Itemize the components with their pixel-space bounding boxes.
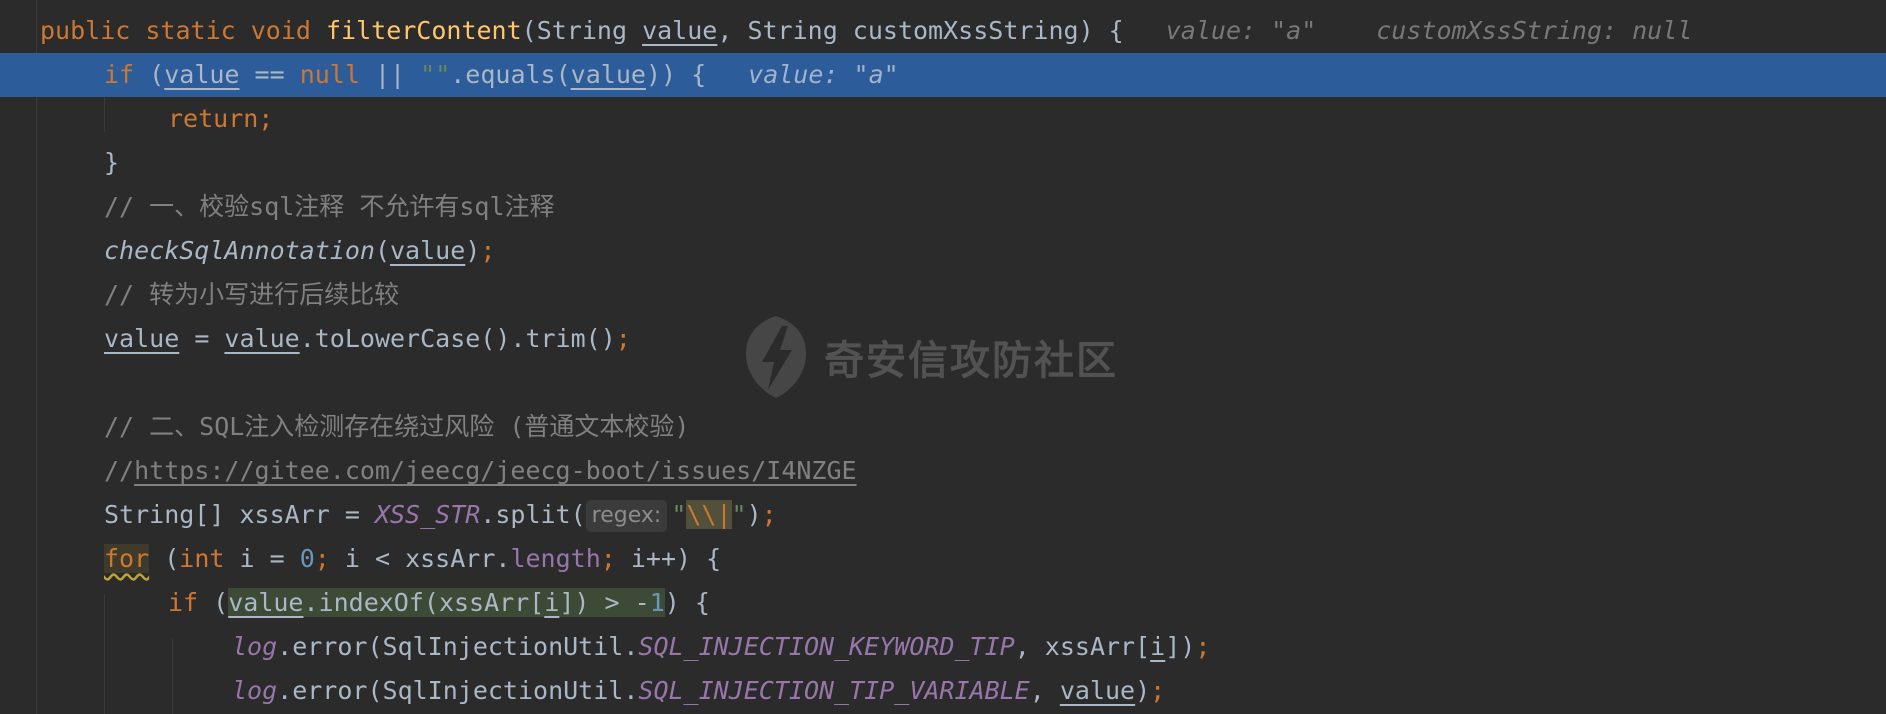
code-token: String[] xssArr = — [104, 500, 375, 529]
variable-value: value — [228, 588, 304, 617]
string-quote: " — [731, 500, 747, 529]
variable-value: value — [224, 324, 300, 353]
logger-field: log — [232, 676, 278, 705]
method-call: checkSqlAnnotation — [104, 236, 375, 265]
loop-index: i — [544, 588, 560, 617]
field-length: length — [510, 544, 601, 573]
logger-field: log — [232, 632, 278, 661]
code-token: ]) — [1165, 632, 1196, 661]
semicolon: ; — [1150, 676, 1166, 705]
debug-inlay-value: value: "a" — [1165, 16, 1317, 45]
semicolon: ; — [615, 324, 631, 353]
semicolon: ; — [480, 236, 496, 265]
number-literal: 1 — [649, 588, 665, 617]
param-hint-regex: regex: — [585, 500, 668, 532]
keyword-token: return; — [168, 104, 274, 133]
code-line-lowercase[interactable]: value = value.toLowerCase().trim(); — [0, 317, 1886, 361]
code-token: ]) > - — [559, 588, 650, 617]
code-token: ( — [149, 544, 180, 573]
code-token: .error(SqlInjectionUtil. — [277, 676, 639, 705]
debug-inlay-custom-xss: customXssString: null — [1376, 16, 1693, 45]
issue-link[interactable]: https://gitee.com/jeecg/jeecg-boot/issue… — [134, 456, 856, 485]
code-token: )) { — [645, 60, 707, 89]
static-constant: SQL_INJECTION_KEYWORD_TIP — [638, 632, 1015, 661]
string-quote: " — [671, 500, 687, 529]
comment-text: // 一、校验sql注释 不允许有sql注释 — [104, 192, 555, 221]
variable-value: value — [104, 324, 180, 353]
code-token: } — [104, 148, 120, 177]
code-line-close-brace[interactable]: } — [0, 141, 1886, 185]
param-value: value — [642, 16, 718, 45]
code-line-current-execution[interactable]: if (value == null || "".equals(value)) {… — [0, 53, 1886, 97]
semicolon: ; — [600, 544, 616, 573]
code-line-comment[interactable]: // 转为小写进行后续比较 — [0, 273, 1886, 317]
code-line-comment[interactable]: // 一、校验sql注释 不允许有sql注释 — [0, 185, 1886, 229]
code-line-comment[interactable]: // 二、SQL注入检测存在绕过风险 (普通文本校验) — [0, 405, 1886, 449]
comment-prefix: // — [104, 456, 135, 485]
code-line-split[interactable]: String[] xssArr = XSS_STR.split(regex: "\… — [0, 493, 1886, 537]
code-line-check-sql[interactable]: checkSqlAnnotation(value); — [0, 229, 1886, 273]
loop-index: i — [1150, 632, 1166, 661]
escape-sequence: \\| — [686, 500, 732, 529]
code-token: == — [239, 60, 300, 89]
debug-inlay-value: value: "a" — [748, 60, 899, 89]
keyword-token: if — [168, 588, 199, 617]
semicolon: ; — [761, 500, 777, 529]
code-line-log-keyword[interactable]: log.error(SqlInjectionUtil.SQL_INJECTION… — [0, 625, 1886, 669]
code-token: ( — [374, 236, 390, 265]
static-constant: SQL_INJECTION_TIP_VARIABLE — [638, 676, 1030, 705]
code-token: ) — [746, 500, 762, 529]
code-token: ( — [134, 60, 165, 89]
keyword-token: null — [299, 60, 360, 89]
code-token: , String customXssString) { — [717, 16, 1124, 45]
code-line-index-of[interactable]: if (value.indexOf(xssArr[i]) > -1) { — [0, 581, 1886, 625]
code-token: .error(SqlInjectionUtil. — [277, 632, 639, 661]
code-token: i++) { — [615, 544, 722, 573]
comment-text: // 二、SQL注入检测存在绕过风险 (普通文本校验) — [104, 412, 690, 441]
code-token: i < xssArr. — [329, 544, 511, 573]
code-token: || — [359, 60, 421, 89]
code-token: , xssArr[ — [1014, 632, 1151, 661]
keyword-token: int — [179, 544, 225, 573]
code-token: ) — [465, 236, 481, 265]
code-token: ) — [1135, 676, 1151, 705]
keyword-token: public static void — [40, 16, 326, 45]
code-token: .indexOf(xssArr[ — [303, 588, 545, 617]
string-literal: "" — [420, 60, 451, 89]
code-line-for-loop[interactable]: for (int i = 0; i < xssArr.length; i++) … — [0, 537, 1886, 581]
code-line-method-signature[interactable]: public static void filterContent(String … — [0, 9, 1886, 53]
variable-value: value — [390, 236, 466, 265]
semicolon: ; — [314, 544, 330, 573]
code-editor[interactable]: public static void filterContent(String … — [0, 0, 1886, 714]
keyword-for-warning[interactable]: for — [104, 544, 150, 573]
variable-value: value — [164, 60, 240, 89]
number-literal: 0 — [299, 544, 315, 573]
variable-value: value — [570, 60, 646, 89]
code-token: .equals( — [450, 60, 571, 89]
keyword-token: if — [104, 60, 135, 89]
code-token: (String — [521, 16, 643, 45]
semicolon: ; — [1195, 632, 1211, 661]
variable-value: value — [1059, 676, 1136, 705]
comment-text: // 转为小写进行后续比较 — [104, 280, 400, 309]
code-token: .toLowerCase().trim() — [299, 324, 616, 353]
code-token: , — [1029, 676, 1060, 705]
code-line-link-comment[interactable]: //https://gitee.com/jeecg/jeecg-boot/iss… — [0, 449, 1886, 493]
code-line-return[interactable]: return; — [0, 97, 1886, 141]
static-constant: XSS_STR — [374, 500, 481, 529]
code-token: = — [179, 324, 225, 353]
code-line-log-variable[interactable]: log.error(SqlInjectionUtil.SQL_INJECTION… — [0, 669, 1886, 713]
code-token: i = — [224, 544, 300, 573]
method-name: filterContent — [325, 16, 522, 45]
code-token: .split( — [480, 500, 586, 529]
code-token: ) { — [664, 588, 710, 617]
code-token: ( — [198, 588, 229, 617]
